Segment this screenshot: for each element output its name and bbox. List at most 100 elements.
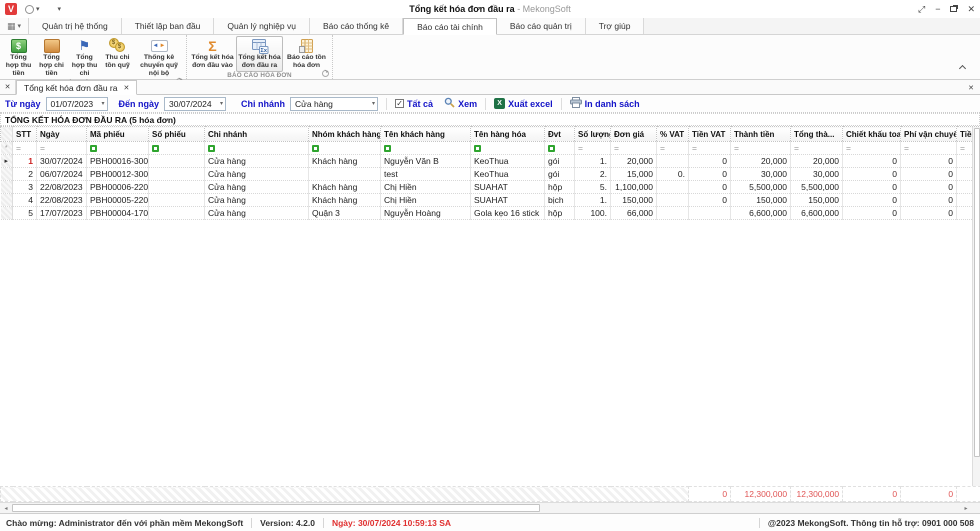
- print-list-button[interactable]: In danh sách: [570, 97, 640, 110]
- table-row-3[interactable]: 322/08/2023PBH00006-220...Cửa hàngKhách …: [1, 181, 980, 194]
- cell-don_gia: 15,000: [611, 168, 657, 181]
- menu-tab-5[interactable]: Báo cáo tài chính: [403, 18, 497, 35]
- dropdown-arrow-icon[interactable]: ▾: [372, 100, 375, 107]
- quick-access-caret-icon[interactable]: ▾: [36, 5, 40, 13]
- table-row-4[interactable]: 422/08/2023PBH00005-220...Cửa hàngKhách …: [1, 194, 980, 207]
- ribbon-button-2-3[interactable]: Báo cáo tồn hóa đơn: [283, 36, 330, 72]
- column-header-ma_phieu[interactable]: Mã phiếu: [87, 127, 149, 142]
- view-button[interactable]: Xem: [444, 97, 477, 110]
- column-header-dvt[interactable]: Đvt: [545, 127, 575, 142]
- cell-phi_vc: 0: [901, 181, 957, 194]
- table-row-5[interactable]: 517/07/2023PBH00004-170...Cửa hàngQuận 3…: [1, 207, 980, 220]
- close-button[interactable]: ✕: [967, 0, 975, 18]
- auto-filter-row[interactable]: *===========: [1, 142, 980, 155]
- column-header-tien_vat[interactable]: Tiền VAT: [689, 127, 731, 142]
- column-header-chi_nhanh[interactable]: Chi nhánh: [205, 127, 309, 142]
- invoice-table: STTNgàyMã phiếuSố phiếuChi nhánhNhóm khá…: [0, 126, 980, 220]
- ribbon-button-2-2[interactable]: ΣxTổng kết hóa đơn đầu ra: [236, 36, 283, 72]
- restore-button[interactable]: [950, 0, 957, 18]
- dropdown-arrow-icon[interactable]: ▾: [220, 100, 223, 107]
- horizontal-scrollbar[interactable]: ◂ ▸: [0, 502, 980, 513]
- filter-cell-don_gia[interactable]: =: [611, 142, 657, 155]
- ribbon-button-2-1[interactable]: ΣTổng kết hóa đơn đầu vào: [189, 36, 236, 72]
- column-header-ten_hh[interactable]: Tên hàng hóa: [471, 127, 545, 142]
- ribbon-group-caption: BÁO CÁO HÓA ĐƠN: [227, 72, 291, 79]
- column-header-vat_pct[interactable]: % VAT: [657, 127, 689, 142]
- table-row-1[interactable]: ▸130/07/2024PBH00016-300...Cửa hàngKhách…: [1, 155, 980, 168]
- ribbon-button-1-2[interactable]: Tổng hợp chi tiền: [35, 36, 68, 80]
- window-title-suffix: - MekongSoft: [515, 4, 571, 14]
- filter-cell-ten_kh[interactable]: [381, 142, 471, 155]
- group-dialog-launcher-icon[interactable]: [322, 70, 329, 77]
- ribbon-button-1-1[interactable]: $Tổng hợp thu tiền: [2, 36, 35, 80]
- menu-tab-3[interactable]: Quản lý nghiệp vụ: [214, 18, 310, 34]
- column-header-ngay[interactable]: Ngày: [37, 127, 87, 142]
- table-row-2[interactable]: 206/07/2024PBH00012-300...Cửa hàngtestKe…: [1, 168, 980, 181]
- scroll-right-icon[interactable]: ▸: [960, 505, 972, 512]
- filter-cell-tong_thanh[interactable]: =: [791, 142, 843, 155]
- filter-cell-ten_hh[interactable]: [471, 142, 545, 155]
- all-checkbox[interactable]: ✓Tất cả: [395, 99, 433, 109]
- ribbon-button-label: Thu chi tồn quỹ: [103, 54, 132, 70]
- filter-cell-so_phieu[interactable]: [149, 142, 205, 155]
- menu-tab-6[interactable]: Báo cáo quản trị: [497, 18, 586, 34]
- menu-tab-2[interactable]: Thiết lập ban đầu: [122, 18, 215, 34]
- filter-cell-phi_vc[interactable]: =: [901, 142, 957, 155]
- column-header-tong_thanh[interactable]: Tổng thà...: [791, 127, 843, 142]
- minimize-button[interactable]: −: [935, 0, 940, 18]
- horizontal-scroll-thumb[interactable]: [12, 504, 540, 512]
- menu-tab-1[interactable]: Quản trị hệ thống: [29, 18, 122, 34]
- export-excel-button[interactable]: XXuất excel: [494, 98, 553, 109]
- column-header-thanh_tien[interactable]: Thành tiền: [731, 127, 791, 142]
- menu-tab-4[interactable]: Báo cáo thống kê: [310, 18, 403, 34]
- column-header-chiet_khau[interactable]: Chiết khấu toa: [843, 127, 901, 142]
- window-title: Tổng kết hóa đơn đầu ra - MekongSoft: [0, 0, 980, 18]
- filter-cell-ngay[interactable]: =: [37, 142, 87, 155]
- column-header-stt[interactable]: STT: [13, 127, 37, 142]
- filter-cell-ma_phieu[interactable]: [87, 142, 149, 155]
- filter-toolbar: Từ ngày 01/07/2023▾ Đến ngày 30/07/2024▾…: [0, 95, 980, 113]
- column-header-so_phieu[interactable]: Số phiếu: [149, 127, 205, 142]
- filter-cell-thanh_tien[interactable]: =: [731, 142, 791, 155]
- ribbon-button-label: Tổng hợp thu tiền: [4, 54, 33, 78]
- filter-cell-tien_vat[interactable]: =: [689, 142, 731, 155]
- column-header-so_luong[interactable]: Số lượng: [575, 127, 611, 142]
- filter-cell-dvt[interactable]: [545, 142, 575, 155]
- app-menu-button[interactable]: ▦▾: [0, 18, 29, 34]
- filter-cell-stt[interactable]: =: [13, 142, 37, 155]
- cell-ten_kh: Nguyễn Văn B: [381, 155, 471, 168]
- cell-tong_thanh: 20,000: [791, 155, 843, 168]
- ribbon-collapse-button[interactable]: [960, 63, 970, 71]
- fullscreen-button[interactable]: ⤢: [918, 0, 925, 18]
- ribbon-button-1-5[interactable]: ◄►Thống kê chuyển quỹ nội bộ: [134, 36, 184, 80]
- menu-tab-7[interactable]: Trợ giúp: [586, 18, 645, 34]
- total-chiet_khau: 0: [843, 487, 901, 502]
- dropdown-arrow-icon[interactable]: ▾: [102, 100, 105, 107]
- to-date-input[interactable]: 30/07/2024▾: [164, 97, 226, 111]
- filter-cell-so_luong[interactable]: =: [575, 142, 611, 155]
- document-tab-active[interactable]: Tổng kết hóa đơn đầu ra ✕: [16, 80, 137, 95]
- close-document-button[interactable]: ✕: [968, 80, 974, 95]
- column-header-don_gia[interactable]: Đơn giá: [611, 127, 657, 142]
- totals-row: 012,300,00012,300,000000: [1, 487, 980, 502]
- ribbon-button-1-4[interactable]: $$Thu chi tồn quỹ: [101, 36, 134, 80]
- vertical-scrollbar[interactable]: [972, 127, 980, 486]
- filter-cell-chiet_khau[interactable]: =: [843, 142, 901, 155]
- branch-select[interactable]: Cửa hàng▾: [290, 97, 378, 111]
- filter-cell-nhom_kh[interactable]: [309, 142, 381, 155]
- toolbar-customize-icon[interactable]: ▾: [58, 5, 62, 13]
- column-header-phi_vc[interactable]: Phí vận chuyển: [901, 127, 957, 142]
- quick-access-button[interactable]: [25, 5, 34, 14]
- cell-ma_phieu: PBH00012-300...: [87, 168, 149, 181]
- scroll-left-icon[interactable]: ◂: [0, 505, 12, 512]
- close-all-tabs-button[interactable]: ✕: [0, 80, 16, 94]
- from-date-input[interactable]: 01/07/2023▾: [46, 97, 108, 111]
- tab-close-icon[interactable]: ✕: [123, 84, 129, 92]
- column-header-nhom_kh[interactable]: Nhóm khách hàng: [309, 127, 381, 142]
- filter-cell-chi_nhanh[interactable]: [205, 142, 309, 155]
- filter-cell-vat_pct[interactable]: =: [657, 142, 689, 155]
- status-separator: [251, 518, 252, 528]
- column-header-ten_kh[interactable]: Tên khách hàng: [381, 127, 471, 142]
- ribbon-button-1-3[interactable]: ⚑Tổng hợp thu chi: [68, 36, 101, 80]
- vertical-scroll-thumb[interactable]: [974, 128, 980, 457]
